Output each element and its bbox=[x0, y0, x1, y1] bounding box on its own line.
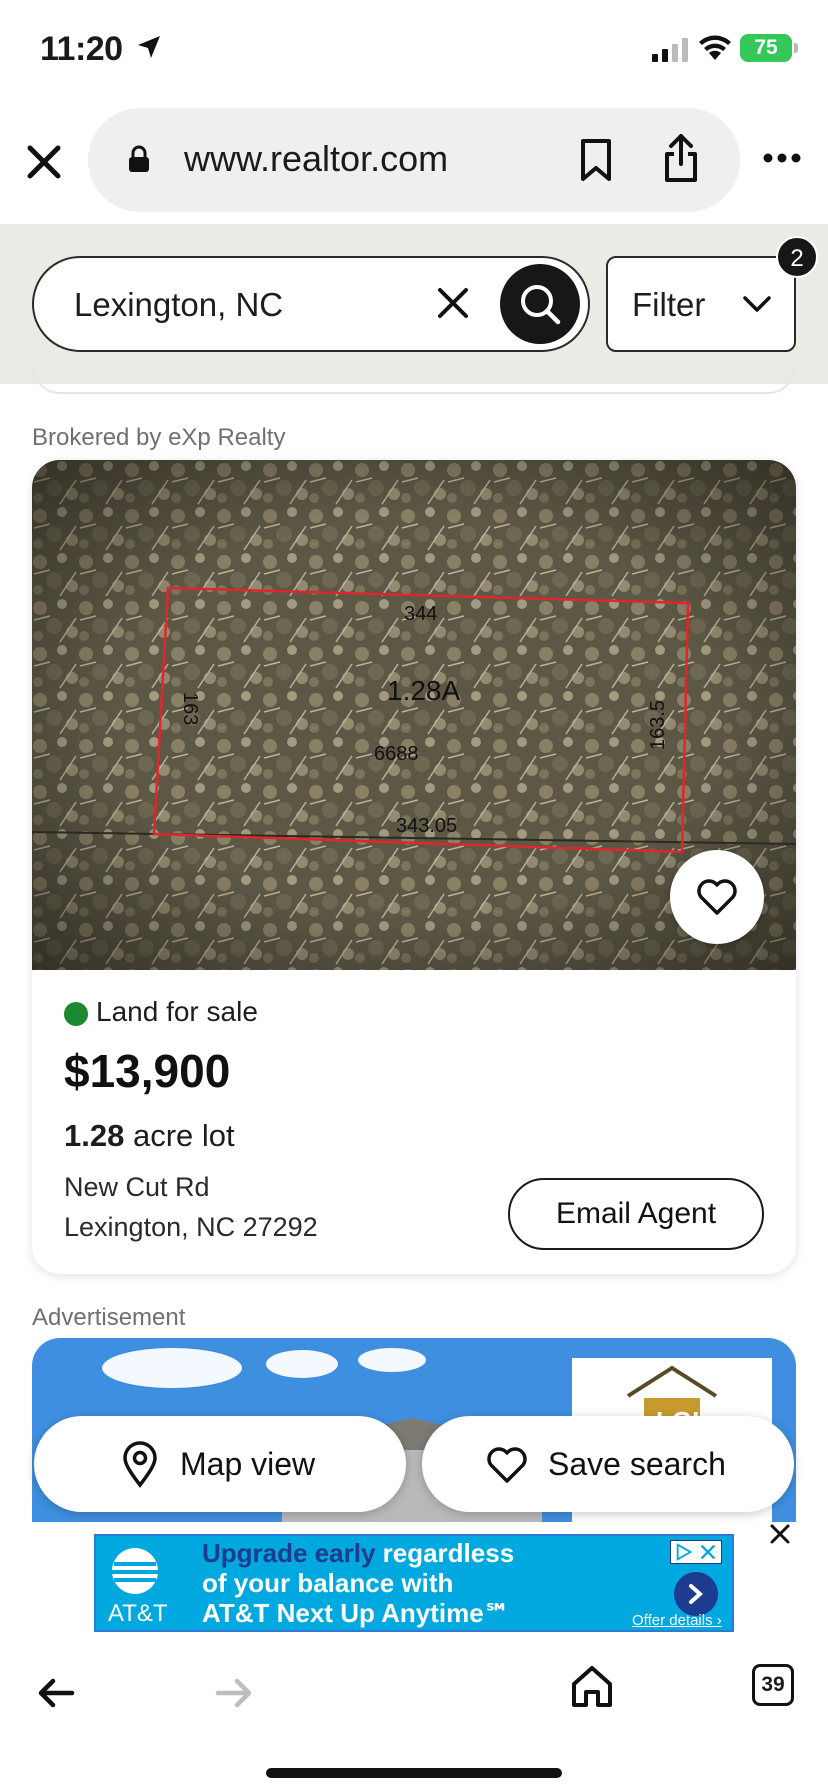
listing-price: $13,900 bbox=[64, 1045, 231, 1097]
email-agent-button[interactable]: Email Agent bbox=[508, 1178, 764, 1250]
filter-label: Filter bbox=[632, 286, 706, 323]
adchoices-icon[interactable] bbox=[670, 1540, 722, 1564]
search-header: Lexington, NC Filter bbox=[0, 224, 828, 384]
photo-label-parcel: 6688 bbox=[374, 743, 419, 765]
att-headline-highlight: Upgrade early bbox=[202, 1538, 376, 1568]
att-headline-1: Upgrade early regardless bbox=[202, 1538, 514, 1569]
map-pin-icon bbox=[123, 1441, 157, 1488]
filter-count-badge: 2 bbox=[776, 236, 818, 278]
photo-label-area: 1.28A bbox=[387, 675, 460, 706]
att-globe-icon bbox=[112, 1548, 158, 1594]
advertisement-label: Advertisement bbox=[32, 1304, 186, 1331]
status-dot bbox=[64, 1002, 88, 1026]
location-search-input[interactable]: Lexington, NC bbox=[32, 256, 590, 352]
share-icon[interactable] bbox=[662, 132, 700, 184]
back-arrow-icon[interactable] bbox=[36, 1676, 76, 1710]
bookmark-icon[interactable] bbox=[578, 138, 614, 182]
browser-bottom-toolbar: 39 bbox=[0, 1634, 828, 1792]
lot-size: 1.28 acre lot bbox=[64, 1118, 235, 1154]
clear-search-icon[interactable] bbox=[436, 286, 470, 320]
forward-arrow-icon[interactable] bbox=[214, 1676, 254, 1710]
status-bar: 11:20 75 bbox=[0, 0, 828, 100]
photo-label-right: 163.5 bbox=[647, 700, 669, 750]
chevron-down-icon bbox=[743, 296, 771, 312]
lot-size-value: 1.28 bbox=[64, 1118, 125, 1153]
listing-status: Land for sale bbox=[96, 996, 258, 1027]
address-bar[interactable]: www.realtor.com bbox=[88, 108, 740, 212]
photo-label-left: 163 bbox=[179, 692, 201, 725]
map-view-button[interactable]: Map view bbox=[34, 1416, 406, 1512]
status-time: 11:20 bbox=[40, 30, 123, 68]
search-button[interactable] bbox=[500, 264, 580, 344]
browser-toolbar: www.realtor.com bbox=[0, 100, 828, 224]
heart-icon bbox=[487, 1447, 527, 1483]
cellular-signal-icon bbox=[652, 38, 688, 62]
lot-size-unit: acre lot bbox=[132, 1118, 235, 1153]
att-headline-3: AT&T Next Up Anytime℠ bbox=[202, 1598, 511, 1628]
save-search-button[interactable]: Save search bbox=[422, 1416, 794, 1512]
listing-card[interactable]: 344 1.28A 6688 343.05 163 163.5 Land for… bbox=[32, 460, 796, 1274]
search-query: Lexington, NC bbox=[74, 286, 284, 323]
lock-icon bbox=[129, 145, 149, 172]
close-ad-icon[interactable] bbox=[768, 1522, 792, 1546]
att-banner-ad[interactable]: AT&T Upgrade early regardless of your ba… bbox=[94, 1534, 734, 1632]
att-brand: AT&T bbox=[108, 1600, 168, 1627]
home-icon[interactable] bbox=[570, 1664, 614, 1708]
close-icon[interactable] bbox=[24, 142, 64, 182]
previous-listing-card-edge bbox=[32, 366, 796, 394]
chevron-right-icon bbox=[689, 1584, 704, 1604]
offer-details-link[interactable]: Offer details › bbox=[632, 1612, 722, 1629]
more-options-icon[interactable] bbox=[762, 152, 802, 164]
search-icon bbox=[521, 285, 561, 325]
location-arrow-icon bbox=[138, 36, 160, 58]
favorite-button[interactable] bbox=[670, 850, 764, 944]
att-headline-rest: regardless bbox=[375, 1538, 515, 1568]
map-view-label: Map view bbox=[180, 1446, 316, 1482]
wifi-icon bbox=[699, 35, 731, 60]
banner-ad-container: AT&T Upgrade early regardless of your ba… bbox=[0, 1522, 828, 1634]
address-city: Lexington, NC 27292 bbox=[64, 1212, 318, 1242]
photo-label-top: 344 bbox=[404, 603, 437, 625]
att-cta-button[interactable] bbox=[674, 1572, 718, 1616]
url-text: www.realtor.com bbox=[184, 138, 449, 179]
address-street: New Cut Rd bbox=[64, 1172, 210, 1202]
battery-cap bbox=[794, 43, 798, 53]
brokered-by-label: Brokered by eXp Realty bbox=[32, 424, 286, 451]
att-headline-2: of your balance with bbox=[202, 1568, 454, 1598]
save-search-label: Save search bbox=[548, 1446, 726, 1482]
battery-indicator: 75 bbox=[740, 34, 792, 62]
heart-icon bbox=[697, 879, 737, 915]
tab-switcher-button[interactable]: 39 bbox=[752, 1664, 794, 1706]
filter-button[interactable]: Filter bbox=[606, 256, 796, 352]
home-indicator bbox=[266, 1768, 562, 1778]
photo-label-bottom: 343.05 bbox=[396, 815, 457, 837]
